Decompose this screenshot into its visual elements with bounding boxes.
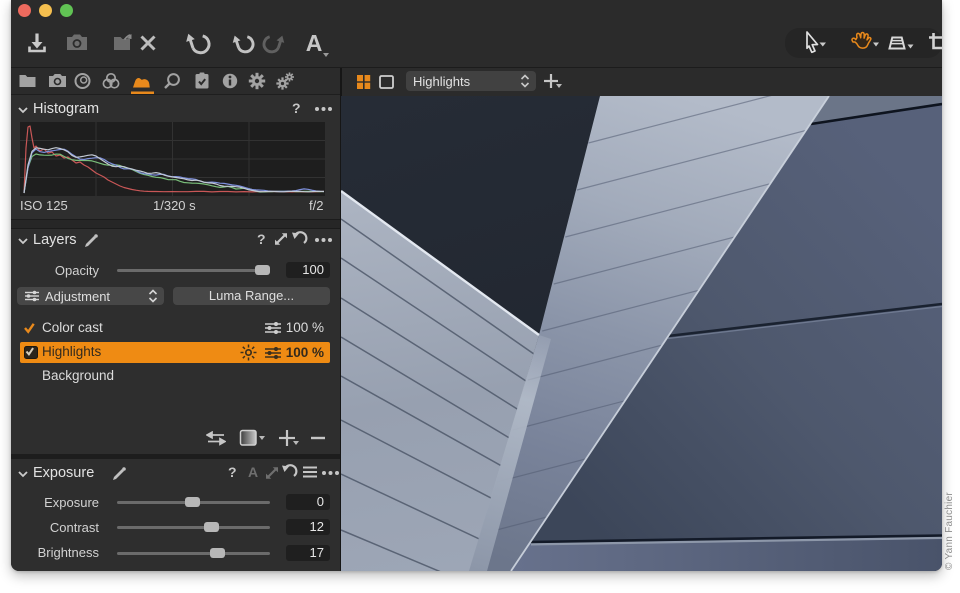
svg-text:A: A xyxy=(306,30,323,56)
